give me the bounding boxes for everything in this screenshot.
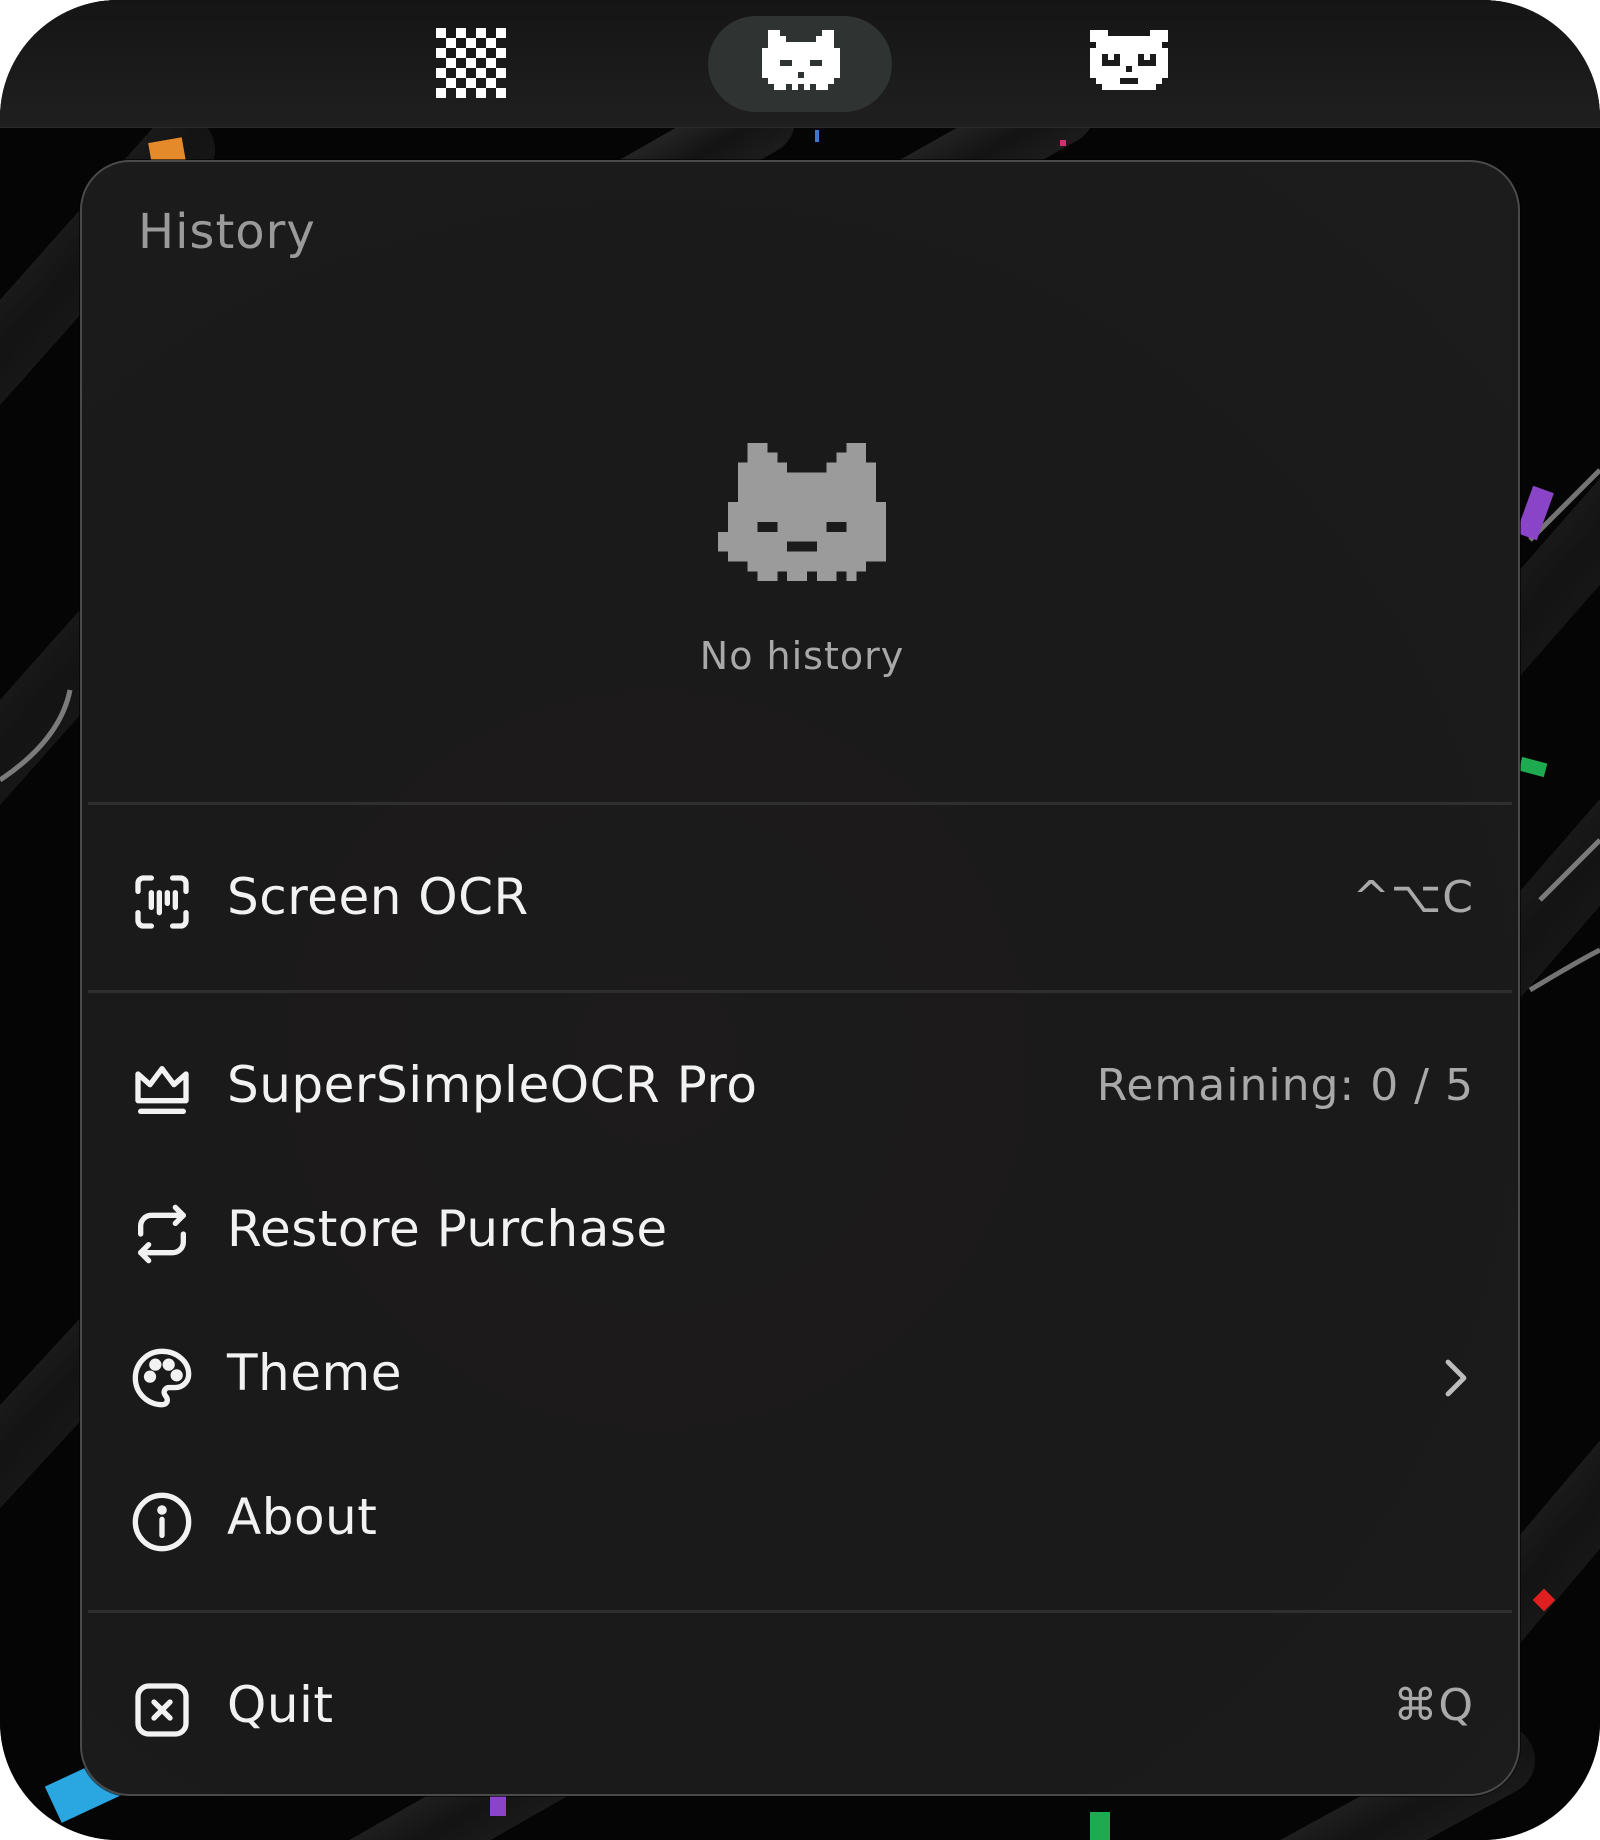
checker-icon[interactable] <box>436 28 506 98</box>
menu-item-label: Theme <box>227 1344 402 1402</box>
menu-item-label: About <box>227 1488 378 1546</box>
info-icon <box>132 1492 192 1552</box>
menu-panel: History No history Screen OCR ^⌥C SuperS… <box>80 160 1520 1796</box>
menu-bar <box>0 0 1600 128</box>
menu-item-restore-purchase[interactable]: Restore Purchase <box>82 1172 1518 1292</box>
menu-item-screen-ocr[interactable]: Screen OCR ^⌥C <box>82 840 1518 960</box>
screen-ocr-icon <box>135 875 189 929</box>
keyboard-shortcut: ^⌥C <box>1352 872 1474 923</box>
menu-item-label: SuperSimpleOCR Pro <box>227 1056 758 1114</box>
keyboard-shortcut: ⌘Q <box>1393 1680 1474 1731</box>
separator <box>88 1610 1512 1613</box>
menu-item-label: Restore Purchase <box>227 1200 668 1258</box>
pixel-bear-icon[interactable] <box>1090 28 1168 98</box>
restore-icon <box>138 1204 186 1264</box>
menu-item-quit[interactable]: Quit ⌘Q <box>82 1648 1518 1768</box>
quit-icon <box>135 1683 189 1737</box>
menu-item-pro[interactable]: SuperSimpleOCR Pro Remaining: 0 / 5 <box>82 1028 1518 1148</box>
chevron-right-icon <box>1445 1359 1467 1397</box>
app-window: History No history Screen OCR ^⌥C SuperS… <box>0 0 1600 1840</box>
menu-item-about[interactable]: About <box>82 1460 1518 1580</box>
menu-item-label: Screen OCR <box>227 868 529 926</box>
empty-history-text: No history <box>699 634 905 678</box>
menu-item-label: Quit <box>227 1676 334 1734</box>
separator <box>88 990 1512 993</box>
remaining-count: Remaining: 0 / 5 <box>1096 1060 1474 1111</box>
palette-icon <box>132 1348 192 1408</box>
history-title: History <box>138 204 316 260</box>
menu-item-theme[interactable]: Theme <box>82 1316 1518 1436</box>
separator <box>88 802 1512 805</box>
pixel-cat-face-icon <box>718 442 886 582</box>
pixel-cat-icon[interactable] <box>762 28 840 98</box>
crown-icon <box>135 1066 189 1114</box>
